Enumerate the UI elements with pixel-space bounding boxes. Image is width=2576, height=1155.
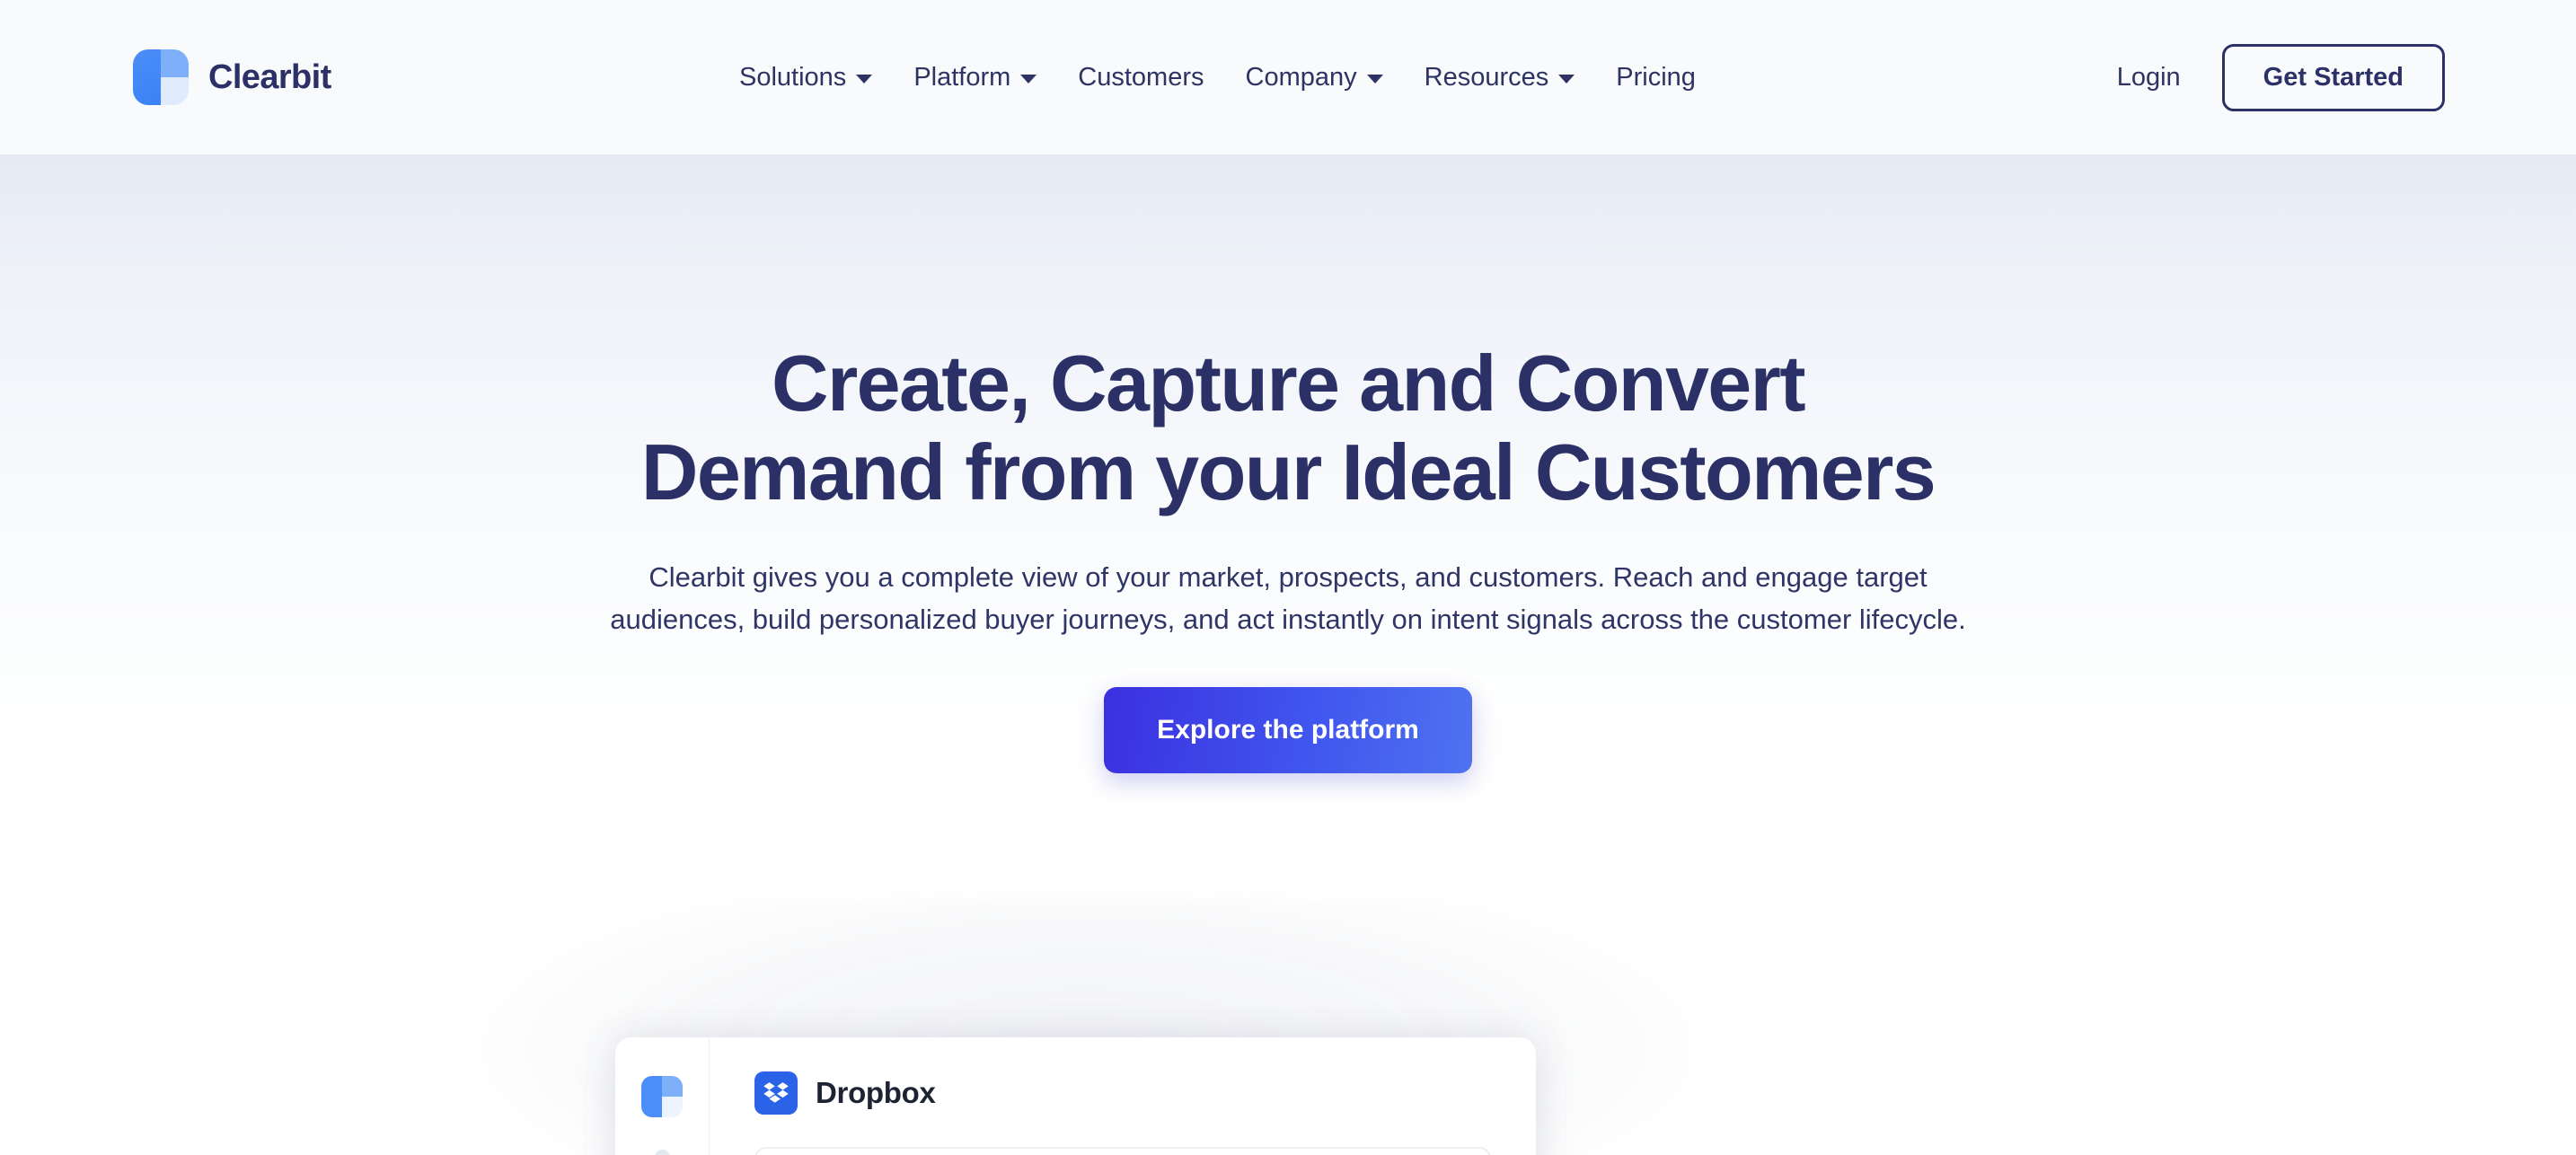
header-actions: Login Get Started [2117, 43, 2445, 111]
main-nav: Solutions Platform Customers Company Res… [719, 54, 1716, 101]
site-header: Clearbit Solutions Platform Customers Co… [0, 0, 2576, 155]
nav-item-customers[interactable]: Customers [1057, 54, 1224, 101]
dropbox-icon [754, 1071, 798, 1115]
card-company-name: Dropbox [816, 1076, 936, 1109]
chevron-down-icon [1020, 75, 1037, 84]
card-sidebar [615, 1037, 710, 1155]
product-preview-card: Dropbox [615, 1037, 1536, 1155]
get-started-button[interactable]: Get Started [2221, 43, 2445, 111]
chevron-down-icon [856, 75, 873, 84]
nav-item-solutions[interactable]: Solutions [719, 54, 893, 101]
explore-platform-button[interactable]: Explore the platform [1104, 687, 1472, 774]
nav-item-label: Resources [1424, 62, 1549, 92]
card-header: Dropbox [754, 1071, 1491, 1115]
nav-item-pricing[interactable]: Pricing [1595, 54, 1716, 101]
nav-item-platform[interactable]: Platform [893, 54, 1057, 101]
card-search-input[interactable] [754, 1147, 1491, 1155]
brand-name: Clearbit [208, 57, 331, 96]
page-title: Create, Capture and Convert Demand from … [0, 339, 2576, 516]
chevron-down-icon [1558, 75, 1575, 84]
nav-item-label: Customers [1078, 62, 1204, 92]
clearbit-logo-icon [133, 49, 189, 105]
hero-cta-container: Explore the platform [0, 687, 2576, 774]
hero-subtitle: Clearbit gives you a complete view of yo… [610, 561, 1966, 636]
nav-item-company[interactable]: Company [1225, 54, 1404, 101]
nav-item-label: Platform [913, 62, 1011, 92]
nav-item-resources[interactable]: Resources [1404, 54, 1596, 101]
brand-home-link[interactable]: Clearbit [133, 49, 331, 105]
login-link[interactable]: Login [2117, 63, 2181, 93]
page-title-line-1: Create, Capture and Convert [772, 339, 1806, 428]
clearbit-logo-icon [641, 1076, 683, 1117]
nav-item-label: Solutions [739, 62, 847, 92]
card-main-panel: Dropbox [710, 1037, 1536, 1155]
hero-section: Create, Capture and Convert Demand from … [0, 155, 2576, 774]
nav-item-label: Pricing [1616, 62, 1696, 92]
sidebar-nav-dot-icon[interactable] [654, 1150, 670, 1155]
chevron-down-icon [1366, 75, 1383, 84]
page-title-line-2: Demand from your Ideal Customers [640, 427, 1936, 516]
nav-item-label: Company [1245, 62, 1357, 92]
